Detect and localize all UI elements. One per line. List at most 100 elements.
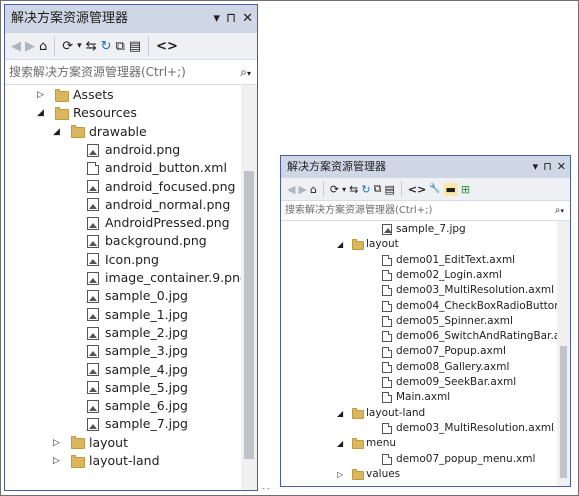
window-position-dropdown-icon[interactable]: ▾ [533, 156, 539, 178]
search-box[interactable]: 搜索解决方案资源管理器(Ctrl+;) ⌕▾ [281, 201, 570, 221]
search-icon[interactable]: ⌕▾ [240, 60, 251, 86]
collapse-arrow-icon[interactable]: ▷ [37, 86, 44, 104]
close-icon[interactable]: ✕ [557, 156, 566, 178]
tree-file-item[interactable]: AndroidPressed.png [5, 214, 257, 232]
search-options-dropdown-icon[interactable]: ▾ [560, 207, 564, 215]
tree-file-item[interactable]: demo02_Login.axml [281, 268, 570, 283]
search-box[interactable]: 搜索解决方案资源管理器(Ctrl+;) ⌕▾ [5, 60, 257, 85]
scrollbar-thumb[interactable] [244, 171, 254, 459]
sync-with-active-document-icon[interactable]: ⇆ [86, 39, 97, 54]
panel-titlebar[interactable]: 解决方案资源管理器 ▾ ⊓ ✕ [281, 156, 570, 178]
expand-arrow-icon[interactable]: ◢ [337, 406, 343, 421]
view-code-icon[interactable]: <> [156, 39, 178, 54]
tree-folder-item[interactable]: ◢ layout-land [281, 406, 570, 421]
tree-folder-item[interactable]: ◢ Resources [5, 104, 257, 122]
tree-file-item[interactable]: sample_7.jpg [5, 415, 257, 433]
tree-folder-item[interactable]: ▷ layout [5, 434, 257, 452]
refresh-icon[interactable]: ↻ [101, 39, 112, 54]
tree-item-label: demo07_popup_menu.xml [396, 452, 536, 465]
tree-item-label: Icon.png [105, 251, 159, 267]
close-icon[interactable]: ✕ [242, 5, 253, 33]
home-icon[interactable]: ⌂ [39, 39, 47, 54]
search-options-dropdown-icon[interactable]: ▾ [247, 69, 251, 78]
tree-item-label: demo01_EditText.axml [396, 253, 516, 266]
tree-folder-item[interactable]: ▷ layout-land [5, 452, 257, 470]
wrench-icon[interactable]: 🔧 [429, 184, 440, 194]
vertical-scrollbar[interactable] [241, 85, 257, 490]
tree-file-item[interactable]: sample_3.jpg [5, 342, 257, 360]
panel-title: 解决方案资源管理器 [287, 160, 386, 173]
tree-file-item[interactable]: image_container.9.png [5, 269, 257, 287]
back-icon[interactable]: ◀ [11, 39, 21, 54]
tree-file-item[interactable]: demo03_MultiResolution.axml [281, 421, 570, 436]
forward-icon[interactable]: ▶ [298, 183, 306, 196]
collapse-arrow-icon[interactable]: ▷ [53, 434, 60, 452]
tree-file-item[interactable]: demo01_EditText.axml [281, 253, 570, 268]
expand-arrow-icon[interactable]: ◢ [53, 123, 60, 141]
tree-file-item[interactable]: sample_1.jpg [5, 306, 257, 324]
back-icon[interactable]: ◀ [287, 183, 295, 196]
tree-file-item[interactable]: demo08_Gallery.axml [281, 360, 570, 375]
filter-dropdown-icon[interactable]: ▾ [77, 41, 82, 51]
scrollbar-thumb[interactable] [560, 346, 567, 478]
expand-arrow-icon[interactable]: ◢ [337, 237, 343, 252]
tree-file-item[interactable]: android_normal.png [5, 196, 257, 214]
xml-file-icon [382, 423, 392, 435]
expand-arrow-icon[interactable]: ◢ [37, 104, 44, 122]
pending-changes-filter-icon[interactable]: ⟳ [330, 183, 339, 196]
tree-file-item[interactable]: demo03_MultiResolution.axml [281, 283, 570, 298]
expand-arrow-icon[interactable]: ◢ [337, 436, 343, 451]
tree-folder-item[interactable]: ▷ values [281, 467, 570, 482]
tree-file-item[interactable]: sample_5.jpg [5, 379, 257, 397]
class-diagram-icon[interactable]: ⊞ [461, 183, 470, 196]
pin-icon[interactable]: ⊓ [226, 5, 236, 33]
tree-file-item[interactable]: Icon.png [5, 251, 257, 269]
tree-file-item[interactable]: background.png [5, 232, 257, 250]
show-all-files-icon[interactable]: ▤ [129, 39, 141, 54]
collapse-arrow-icon[interactable]: ▷ [53, 452, 60, 470]
collapse-all-icon[interactable]: ⧉ [116, 39, 125, 54]
tree-folder-item[interactable]: ◢ layout [281, 237, 570, 252]
collapse-arrow-icon[interactable]: ▷ [337, 467, 343, 482]
tree-file-item[interactable]: sample_7.jpg [281, 222, 570, 237]
tree-file-item[interactable]: sample_6.jpg [5, 397, 257, 415]
sync-with-active-document-icon[interactable]: ⇆ [349, 183, 358, 196]
preview-selected-items-icon[interactable]: ▬ [443, 182, 458, 196]
tree-file-item[interactable]: android_focused.png [5, 178, 257, 196]
tree-folder-item[interactable]: ◢ drawable [5, 123, 257, 141]
forward-icon[interactable]: ▶ [25, 39, 35, 54]
tree-file-item[interactable]: android_button.xml [5, 159, 257, 177]
tree-file-item[interactable]: demo04_CheckBoxRadioButton.axml [281, 299, 570, 314]
tree-folder-item[interactable]: ◢ menu [281, 436, 570, 451]
tree-folder-item[interactable]: ▷ Assets [5, 86, 257, 104]
tree-file-item[interactable]: demo06_SwitchAndRatingBar.axml [281, 329, 570, 344]
tree-file-item[interactable]: demo07_popup_menu.xml [281, 452, 570, 467]
home-icon[interactable]: ⌂ [310, 183, 317, 196]
tree-file-item[interactable]: sample_0.jpg [5, 287, 257, 305]
search-icon[interactable]: ⌕▾ [555, 201, 564, 221]
tree-file-item[interactable]: demo05_Spinner.axml [281, 314, 570, 329]
panel-titlebar[interactable]: 解决方案资源管理器 ▾ ⊓ ✕ [5, 5, 257, 33]
tree-file-item[interactable]: demo09_SeekBar.axml [281, 375, 570, 390]
tree-file-item[interactable]: demo07_Popup.axml [281, 344, 570, 359]
tree-file-item[interactable]: sample_4.jpg [5, 361, 257, 379]
panel-toolbar: ◀ ▶ ⌂ ⟳ ▾ ⇆ ↻ ⧉ ▤ <> [5, 33, 257, 60]
filter-dropdown-icon[interactable]: ▾ [342, 185, 346, 194]
panel-title: 解决方案资源管理器 [11, 11, 129, 26]
search-input[interactable]: 搜索解决方案资源管理器(Ctrl+;) [9, 60, 186, 84]
tree-item-label: demo03_MultiResolution.axml [396, 284, 555, 297]
window-position-dropdown-icon[interactable]: ▾ [213, 5, 220, 33]
tree-item-label: Assets [73, 87, 114, 102]
pin-icon[interactable]: ⊓ [543, 156, 552, 178]
tree-file-item[interactable]: sample_2.jpg [5, 324, 257, 342]
pending-changes-filter-icon[interactable]: ⟳ [62, 39, 73, 54]
collapse-all-icon[interactable]: ⧉ [374, 182, 382, 196]
show-all-files-icon[interactable]: ▤ [384, 183, 394, 196]
tree-item-label: menu [366, 437, 396, 450]
tree-file-item[interactable]: Main.axml [281, 390, 570, 405]
vertical-scrollbar[interactable] [557, 221, 570, 486]
refresh-icon[interactable]: ↻ [361, 183, 370, 196]
view-code-icon[interactable]: <> [408, 183, 426, 196]
search-input[interactable]: 搜索解决方案资源管理器(Ctrl+;) [285, 201, 432, 220]
tree-file-item[interactable]: android.png [5, 141, 257, 159]
